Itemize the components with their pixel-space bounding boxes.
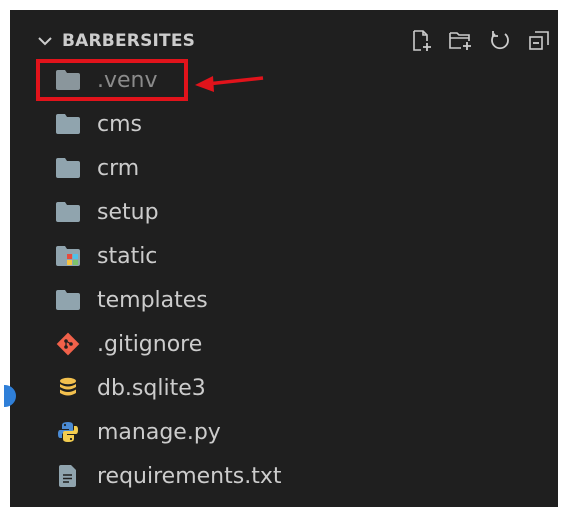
explorer-section-header[interactable]: BARBERSITES <box>34 26 554 56</box>
new-file-icon[interactable] <box>409 28 435 54</box>
chevron-down-icon[interactable] <box>34 30 56 52</box>
tree-item-requirements-txt[interactable]: requirements.txt <box>10 454 558 498</box>
annotation-highlight-box <box>36 59 188 101</box>
tree-item-gitignore[interactable]: .gitignore <box>10 322 558 366</box>
tree-item-label: requirements.txt <box>97 463 282 489</box>
tree-item-templates[interactable]: templates <box>10 278 558 322</box>
tree-item-cms[interactable]: cms <box>10 102 558 146</box>
tree-item-crm[interactable]: crm <box>10 146 558 190</box>
tree-item-setup[interactable]: setup <box>10 190 558 234</box>
static-folder-icon <box>55 243 81 269</box>
tree-item-label: .gitignore <box>97 331 203 357</box>
python-icon <box>55 419 81 445</box>
tree-item-label: setup <box>97 199 159 225</box>
explorer-actions <box>409 26 552 56</box>
annotation-arrow-icon <box>195 76 264 92</box>
tree-item-label: crm <box>97 155 140 181</box>
explorer-panel: BARBERSITES .venv cms crm setup static t… <box>10 10 558 507</box>
folder-icon <box>55 287 81 313</box>
tree-item-label: db.sqlite3 <box>97 375 206 401</box>
text-file-icon <box>55 463 81 489</box>
file-tree: .venv cms crm setup static templates .gi… <box>10 58 558 498</box>
tree-item-label: static <box>97 243 158 269</box>
database-icon <box>55 375 81 401</box>
tree-item-manage-py[interactable]: manage.py <box>10 410 558 454</box>
folder-icon <box>55 155 81 181</box>
section-title: BARBERSITES <box>62 31 196 51</box>
tree-item-label: cms <box>97 111 142 137</box>
tree-item-db-sqlite3[interactable]: db.sqlite3 <box>10 366 558 410</box>
folder-icon <box>55 111 81 137</box>
git-icon <box>55 331 81 357</box>
tree-item-label: templates <box>97 287 208 313</box>
tree-item-label: manage.py <box>97 419 221 445</box>
tree-item-static[interactable]: static <box>10 234 558 278</box>
folder-icon <box>55 199 81 225</box>
collapse-all-icon[interactable] <box>526 28 552 54</box>
refresh-icon[interactable] <box>487 28 513 54</box>
new-folder-icon[interactable] <box>448 28 474 54</box>
